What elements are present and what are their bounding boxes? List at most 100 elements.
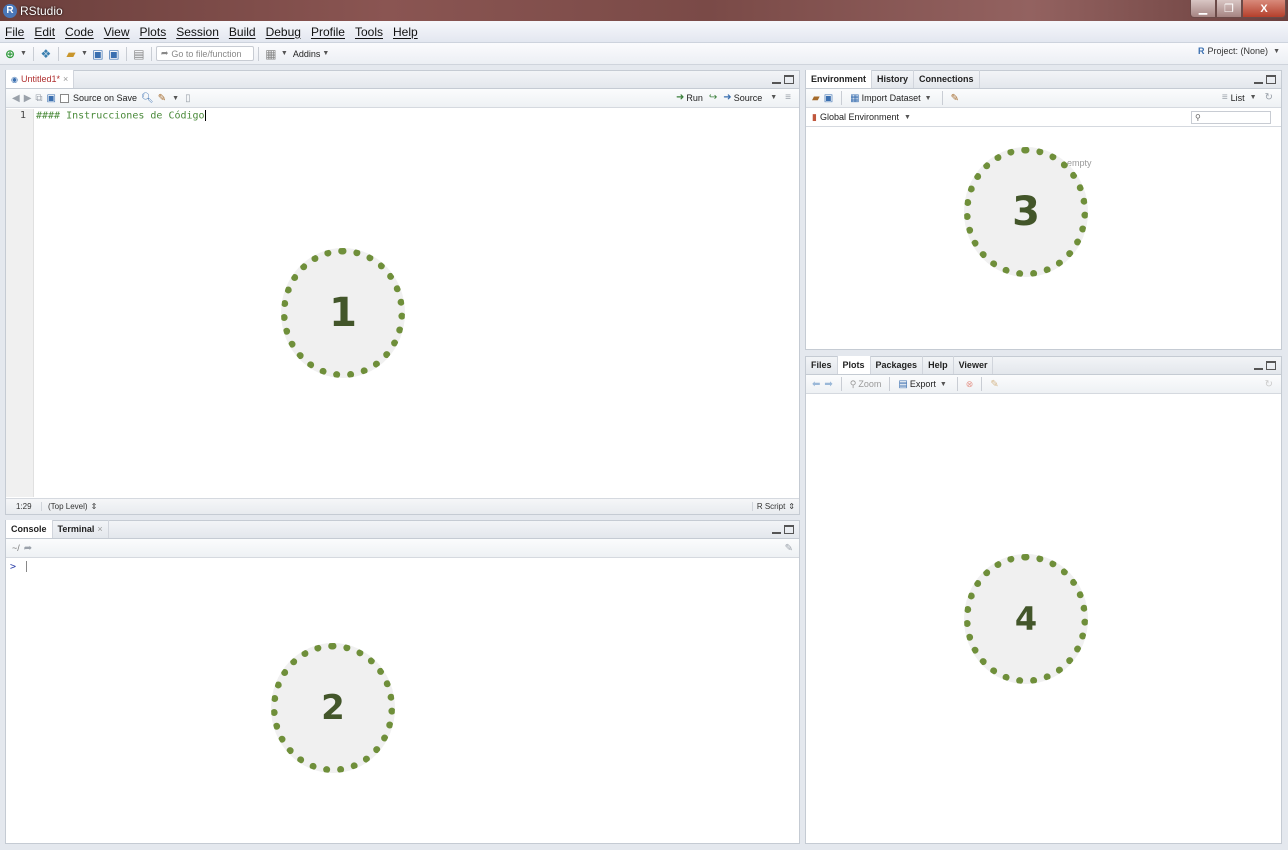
tab-viewer[interactable]: Viewer [954,356,994,374]
zoom-label: Zoom [858,378,882,389]
global-env-label: Global Environment [819,112,899,122]
chevron-down-icon[interactable]: ▼ [172,95,179,102]
marker-2: 2 [271,643,395,773]
menu-help[interactable]: Help [388,25,423,39]
menu-tools[interactable]: Tools [350,25,388,39]
menu-edit[interactable]: Edit [29,25,60,39]
minimize-pane-icon[interactable] [1254,75,1263,84]
goto-arrow-icon: ➦ [160,48,169,58]
updown-icon: ⇕ [90,502,98,511]
forward-arrow-icon[interactable]: ▶ [24,93,32,104]
menu-plots[interactable]: Plots [135,25,172,39]
list-view-selector[interactable]: ≡ List ▼ [1222,92,1259,103]
open-file-icon[interactable]: ▰ [63,46,79,62]
broom-icon[interactable]: ✎ [951,93,959,104]
global-env-selector[interactable]: ▮ Global Environment ▼ [812,112,913,123]
minimize-pane-icon[interactable] [772,75,781,84]
menu-view[interactable]: View [99,25,135,39]
menu-profile[interactable]: Profile [306,25,350,39]
load-workspace-icon[interactable]: ▰ [812,93,820,104]
run-button[interactable]: ➜ Run [676,92,703,103]
chevron-down-icon[interactable]: ▼ [281,50,288,57]
tab-console[interactable]: Console [6,520,53,538]
code-tools-wand-icon[interactable]: ✎ [158,93,166,104]
console-input[interactable]: > [10,561,28,573]
source-arrow-icon: ➜ [723,92,732,103]
export-button[interactable]: ▤ Export ▼ [898,379,948,390]
maximize-pane-icon[interactable] [1266,75,1276,84]
save-all-icon[interactable]: ▣ [106,46,122,62]
menu-code[interactable]: Code [60,25,99,39]
tab-environment[interactable]: Environment [806,70,873,88]
tab-packages[interactable]: Packages [871,356,924,374]
back-arrow-icon[interactable]: ⬅ [812,379,820,390]
menu-session[interactable]: Session [171,25,224,39]
remove-plot-icon[interactable]: ⊗ [966,379,974,390]
import-dataset-button[interactable]: ▦ Import Dataset ▼ [850,93,933,104]
tab-files[interactable]: Files [806,356,838,374]
tab-label: Plots [842,360,865,370]
source-on-save-checkbox[interactable] [60,93,69,103]
forward-arrow-icon[interactable]: ➡ [824,379,832,390]
code-editor[interactable]: #### Instrucciones de Código [36,110,206,122]
tab-untitled1[interactable]: ◉ Untitled1* × [6,70,75,88]
plots-toolbar: ⬅ ➡ ⚲ Zoom ▤ Export ▼ ⊗ ✎ ↻ [806,375,1281,394]
broom-icon[interactable]: ✎ [990,379,998,390]
print-icon[interactable]: ▤ [131,46,147,62]
go-to-directory-icon[interactable]: ➦ [24,543,32,554]
project-menu[interactable]: R Project: (None) ▼ [1198,46,1282,56]
new-project-icon[interactable]: ❖ [38,46,54,62]
chevron-down-icon[interactable]: ▼ [322,50,329,57]
menu-build[interactable]: Build [224,25,261,39]
search-icon: ⚲ [1195,113,1201,122]
new-file-icon[interactable]: ⊕ [2,46,18,62]
search-icon[interactable]: 🔍︎ [141,93,154,104]
tab-history[interactable]: History [872,70,915,88]
chevron-down-icon[interactable]: ▼ [81,50,88,57]
close-button[interactable]: X [1242,0,1286,18]
compile-report-icon[interactable]: ▯ [185,93,191,104]
back-arrow-icon[interactable]: ◀ [12,93,20,104]
grid-layout-icon[interactable]: ▦ [263,46,279,62]
tab-terminal[interactable]: Terminal × [53,520,109,538]
menu-file[interactable]: File [0,25,29,39]
show-in-window-icon[interactable]: ⧉ [35,93,42,104]
tab-connections[interactable]: Connections [914,70,980,88]
save-icon[interactable]: ▣ [47,93,56,104]
marker-1: 1 [281,248,405,378]
environment-search-input[interactable]: ⚲ [1191,111,1271,124]
maximize-button[interactable]: ❐ [1216,0,1242,18]
environment-icon: ▮ [812,111,817,122]
source-button[interactable]: ➜ Source [723,92,762,103]
minimize-pane-icon[interactable] [772,525,781,534]
scope-selector[interactable]: (Top Level) ⇕ [42,502,97,511]
close-icon[interactable]: × [63,74,68,84]
chevron-down-icon[interactable]: ▼ [20,50,27,57]
maximize-pane-icon[interactable] [784,75,794,84]
scope-label: (Top Level) [48,502,88,511]
toolbar-divider [32,46,34,61]
tab-plots[interactable]: Plots [837,356,871,374]
close-icon[interactable]: × [97,524,102,534]
menu-debug[interactable]: Debug [261,25,306,39]
minimize-pane-icon[interactable] [1254,361,1263,370]
chevron-down-icon[interactable]: ▼ [770,94,777,101]
maximize-pane-icon[interactable] [1266,361,1276,370]
refresh-icon[interactable]: ↻ [1265,92,1273,103]
minimize-button[interactable]: ▁ [1190,0,1216,18]
rerun-icon[interactable]: ↪ [709,92,717,103]
zoom-button[interactable]: ⚲ Zoom [850,379,882,390]
goto-file-input[interactable]: ➦ Go to file/function [155,46,254,61]
zoom-icon: ⚲ [849,378,857,389]
clear-console-icon[interactable]: ✎ [785,543,793,554]
tab-help[interactable]: Help [923,356,954,374]
addins-menu[interactable]: Addins [293,49,321,59]
save-icon[interactable]: ▣ [824,93,833,104]
toolbar-divider [956,377,958,391]
save-icon[interactable]: ▣ [90,46,106,62]
refresh-icon[interactable]: ↻ [1265,379,1273,390]
file-type-selector[interactable]: R Script ⇕ [751,502,799,511]
outline-icon[interactable]: ≡ [785,92,791,103]
maximize-pane-icon[interactable] [784,525,794,534]
environment-scope-bar: ▮ Global Environment ▼ ⚲ [806,108,1281,127]
